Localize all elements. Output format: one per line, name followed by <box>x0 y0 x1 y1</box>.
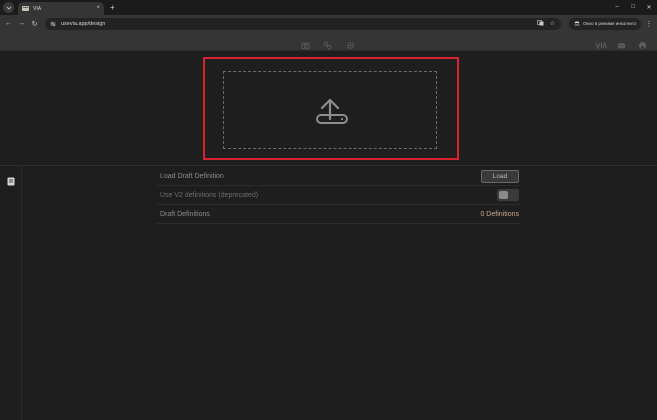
v2-definitions-toggle[interactable] <box>497 189 519 201</box>
url-text: usevia.app/design <box>61 20 106 27</box>
load-draft-row: Load Draft Definition Load <box>157 167 520 186</box>
upload-highlight-frame <box>203 57 459 160</box>
minimize-button[interactable]: – <box>609 4 625 11</box>
address-bar[interactable]: usevia.app/design ☆ <box>45 17 561 30</box>
file-dropzone[interactable] <box>223 71 437 149</box>
draft-definitions-label: Draft Definitions <box>160 210 210 218</box>
star-icon[interactable]: ☆ <box>550 20 555 27</box>
draft-definitions-row: Draft Definitions 0 Definitions <box>157 205 520 224</box>
incognito-indicator[interactable]: Окно в режиме инкогнито <box>569 17 642 30</box>
incognito-label: Окно в режиме инкогнито <box>583 21 637 26</box>
tab-title: VIA <box>33 5 42 12</box>
window-controls: – □ ✕ <box>609 4 657 11</box>
sidebar <box>0 166 22 420</box>
camera-icon[interactable] <box>301 37 310 50</box>
close-window-button[interactable]: ✕ <box>641 4 657 11</box>
settings-icon[interactable] <box>346 37 355 50</box>
browser-tab[interactable]: VIA × <box>18 2 104 15</box>
via-favicon-icon <box>22 6 29 11</box>
incognito-icon <box>574 21 580 26</box>
settings-panel: Load Draft Definition Load Use V2 defini… <box>157 167 520 224</box>
browser-tabstrip: VIA × + – □ ✕ <box>0 0 657 15</box>
close-tab-icon[interactable]: × <box>96 5 100 11</box>
reload-button[interactable]: ↻ <box>28 20 41 28</box>
github-icon[interactable] <box>638 37 647 50</box>
v2-definitions-row: Use V2 definitions (deprecated) <box>157 186 520 205</box>
v2-definitions-label: Use V2 definitions (deprecated) <box>160 191 259 199</box>
forward-button[interactable]: → <box>15 20 28 27</box>
design-icon[interactable] <box>323 37 332 50</box>
site-info-icon[interactable] <box>50 21 56 27</box>
via-logo-icon[interactable] <box>594 37 608 50</box>
maximize-button[interactable]: □ <box>625 4 641 11</box>
tab-search-button[interactable] <box>3 2 14 13</box>
section-divider <box>0 165 657 166</box>
upload-icon <box>308 86 352 135</box>
load-draft-label: Load Draft Definition <box>160 172 224 180</box>
browser-toolbar: ← → ↻ usevia.app/design ☆ Окно в режиме … <box>0 15 657 32</box>
draft-definitions-count: 0 Definitions <box>480 210 519 218</box>
discord-icon[interactable] <box>617 37 626 49</box>
load-button[interactable]: Load <box>481 169 519 183</box>
browser-menu-icon[interactable]: ⋮ <box>645 20 652 28</box>
new-tab-button[interactable]: + <box>110 3 115 12</box>
app-header <box>0 32 657 51</box>
toggle-knob <box>499 191 508 199</box>
document-icon[interactable] <box>7 173 15 186</box>
back-button[interactable]: ← <box>2 20 15 27</box>
translate-icon[interactable] <box>536 20 544 26</box>
chevron-down-icon <box>6 6 11 10</box>
